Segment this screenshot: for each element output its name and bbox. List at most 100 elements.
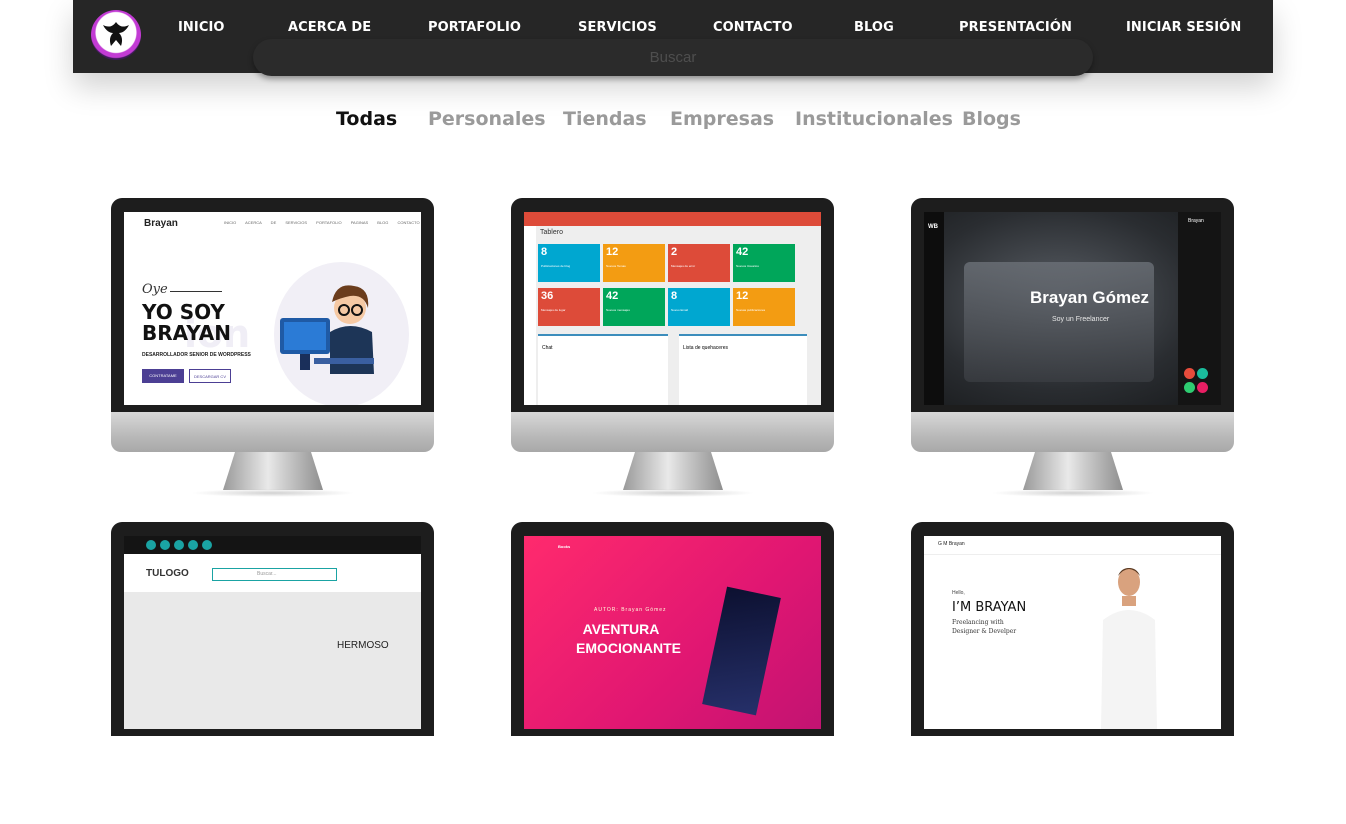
site-brand: Brayan: [144, 218, 178, 229]
greeting: Hello,: [952, 590, 965, 596]
social-icon: [202, 540, 212, 550]
book-cover: [702, 586, 781, 716]
monitor-shadow: [591, 489, 755, 497]
portfolio-screenshot: WB Brayan Brayan Gómez Soy un Freelancer: [924, 212, 1221, 405]
search-input[interactable]: [253, 39, 1093, 76]
dashboard-topbar: [524, 212, 821, 226]
tile-label: Nuevo Email: [671, 308, 689, 312]
tile-label: Nuevos mensajes: [606, 308, 630, 312]
nav-acerca-de[interactable]: ACERCA DE: [288, 20, 371, 40]
nav-blog[interactable]: BLOG: [854, 20, 894, 40]
nav-iniciar-sesion[interactable]: INICIAR SESIÓN: [1126, 20, 1241, 40]
social-icon: [174, 540, 184, 550]
portfolio-card-freelancer[interactable]: WB Brayan Brayan Gómez Soy un Freelancer: [911, 198, 1234, 500]
portfolio-card-designer[interactable]: G M Brayan Hello, I’M BRAYAN Freelancing…: [911, 522, 1234, 824]
portfolio-card-store[interactable]: TULOGO Buscar... HERMOSO: [111, 522, 434, 824]
stat-tile: 8 Nuevo Email: [668, 288, 730, 326]
stat-tile: 8 Publicaciones de blog: [538, 244, 600, 282]
store-search: Buscar...: [212, 568, 337, 581]
headline: I’M BRAYAN: [952, 600, 1027, 615]
swatch-green: [1184, 382, 1195, 393]
nav-presentacion[interactable]: PRESENTACIÓN: [959, 20, 1072, 40]
social-icon: [160, 540, 170, 550]
swatch-teal: [1197, 368, 1208, 379]
site-header: G M Brayan: [924, 536, 1221, 555]
top-navbar: INICIO ACERCA DE PORTAFOLIO SERVICIOS CO…: [73, 0, 1273, 76]
site-menu: INICIO ACERCA DE SERVICIOS PORTAFOLIO PA…: [224, 220, 420, 225]
portfolio-card-personal[interactable]: Brayan INICIO ACERCA DE SERVICIOS PORTAF…: [111, 198, 434, 500]
social-icon: [146, 540, 156, 550]
stat-tile: 12 Nuevos Temas: [603, 244, 665, 282]
initials-logo: WB: [928, 224, 938, 230]
tile-number: 36: [541, 290, 554, 302]
tile-label: Mensajes de error: [671, 264, 696, 268]
portrait-photo: [1101, 568, 1157, 729]
tile-label: Publicaciones de blog: [541, 264, 571, 268]
panel-title: Chat: [542, 345, 553, 351]
greeting: Oye: [142, 282, 168, 297]
nav-portafolio[interactable]: PORTAFOLIO: [428, 20, 521, 40]
tile-number: 12: [736, 290, 749, 302]
dashboard-sidebar: [524, 226, 536, 405]
download-cv-button: DESCARGAR CV: [189, 369, 231, 383]
tile-label: Nuevas publicaciones: [736, 308, 766, 312]
tile-number: 8: [541, 246, 548, 258]
filter-institucionales[interactable]: Institucionales: [795, 108, 953, 130]
portfolio-screenshot: G M Brayan Hello, I’M BRAYAN Freelancing…: [924, 536, 1221, 729]
monitor-shadow: [191, 489, 355, 497]
portfolio-screenshot: TULOGO Buscar... HERMOSO: [124, 536, 421, 729]
tile-label: Nuevos Usuarios: [736, 264, 759, 268]
filter-todas[interactable]: Todas: [336, 108, 397, 130]
monitor-chin: [111, 412, 434, 452]
site-header: Brayan INICIO ACERCA DE SERVICIOS PORTAF…: [124, 212, 421, 234]
portfolio-card-books[interactable]: Books AUTOR: Brayan Gómez AVENTURA EMOCI…: [511, 522, 834, 824]
swatch-red: [1184, 368, 1195, 379]
portfolio-card-dashboard[interactable]: Tablero 8 Publicaciones de blog 12 Nuevos …: [511, 198, 834, 500]
tile-number: 8: [671, 290, 678, 302]
nav-contacto[interactable]: CONTACTO: [713, 20, 793, 40]
stat-tile: 42 Nuevos mensajes: [603, 288, 665, 326]
nav-servicios[interactable]: SERVICIOS: [578, 20, 657, 40]
divider: [170, 291, 222, 292]
stat-tile: 12 Nuevas publicaciones: [733, 288, 795, 326]
developer-illustration: [280, 285, 374, 374]
panel-title: Brayan: [1188, 218, 1204, 224]
portfolio-screenshot: Tablero 8 Publicaciones de blog 12 Nuevos …: [524, 212, 821, 405]
book-title: AVENTURA EMOCIONANTE: [576, 621, 681, 656]
portfolio-screenshot: Books AUTOR: Brayan Gómez AVENTURA EMOCI…: [524, 536, 821, 729]
store-search-placeholder: Buscar...: [257, 571, 277, 577]
filter-personales[interactable]: Personales: [428, 108, 546, 130]
todo-panel: Lista de quehaceres: [679, 334, 807, 405]
filter-blogs[interactable]: Blogs: [962, 108, 1021, 130]
tile-number: 42: [736, 246, 749, 258]
filter-tiendas[interactable]: Tiendas: [563, 108, 647, 130]
book-author: AUTOR: Brayan Gómez: [594, 607, 667, 613]
portfolio-screenshot: Brayan INICIO ACERCA DE SERVICIOS PORTAF…: [124, 212, 421, 405]
store-topbar: [124, 536, 421, 554]
phoenix-icon: [103, 22, 129, 46]
monitor-stand: [623, 452, 723, 490]
stat-tile: 42 Nuevos Usuarios: [733, 244, 795, 282]
role: Freelancing with Designer & Develper: [952, 619, 1017, 635]
tile-number: 42: [606, 290, 619, 302]
filter-empresas[interactable]: Empresas: [670, 108, 774, 130]
settings-panel: Brayan: [1178, 212, 1221, 405]
side-nav: [924, 212, 944, 405]
panel-title: Lista de quehaceres: [683, 345, 729, 351]
subtitle: DESARROLLADOR SENIOR DE WORDPRESS: [142, 352, 251, 358]
hero-word: HERMOSO: [337, 640, 389, 651]
store-hero: [124, 592, 421, 729]
nav-inicio[interactable]: INICIO: [178, 20, 225, 40]
hire-button: CONTRATAME: [142, 369, 184, 383]
monitor-chin: [911, 412, 1234, 452]
monitor-chin: [511, 412, 834, 452]
chat-panel: Chat: [538, 334, 668, 405]
swatch-pink: [1197, 382, 1208, 393]
hero-name: Brayan Gómez: [1030, 288, 1150, 307]
tile-number: 2: [671, 246, 678, 258]
tile-label: Nuevos Temas: [606, 264, 626, 268]
monitor-stand: [1023, 452, 1123, 490]
tile-label: Mensajes de lugar: [541, 308, 566, 312]
stat-tile: 2 Mensajes de error: [668, 244, 730, 282]
brand-logo[interactable]: [91, 10, 141, 60]
